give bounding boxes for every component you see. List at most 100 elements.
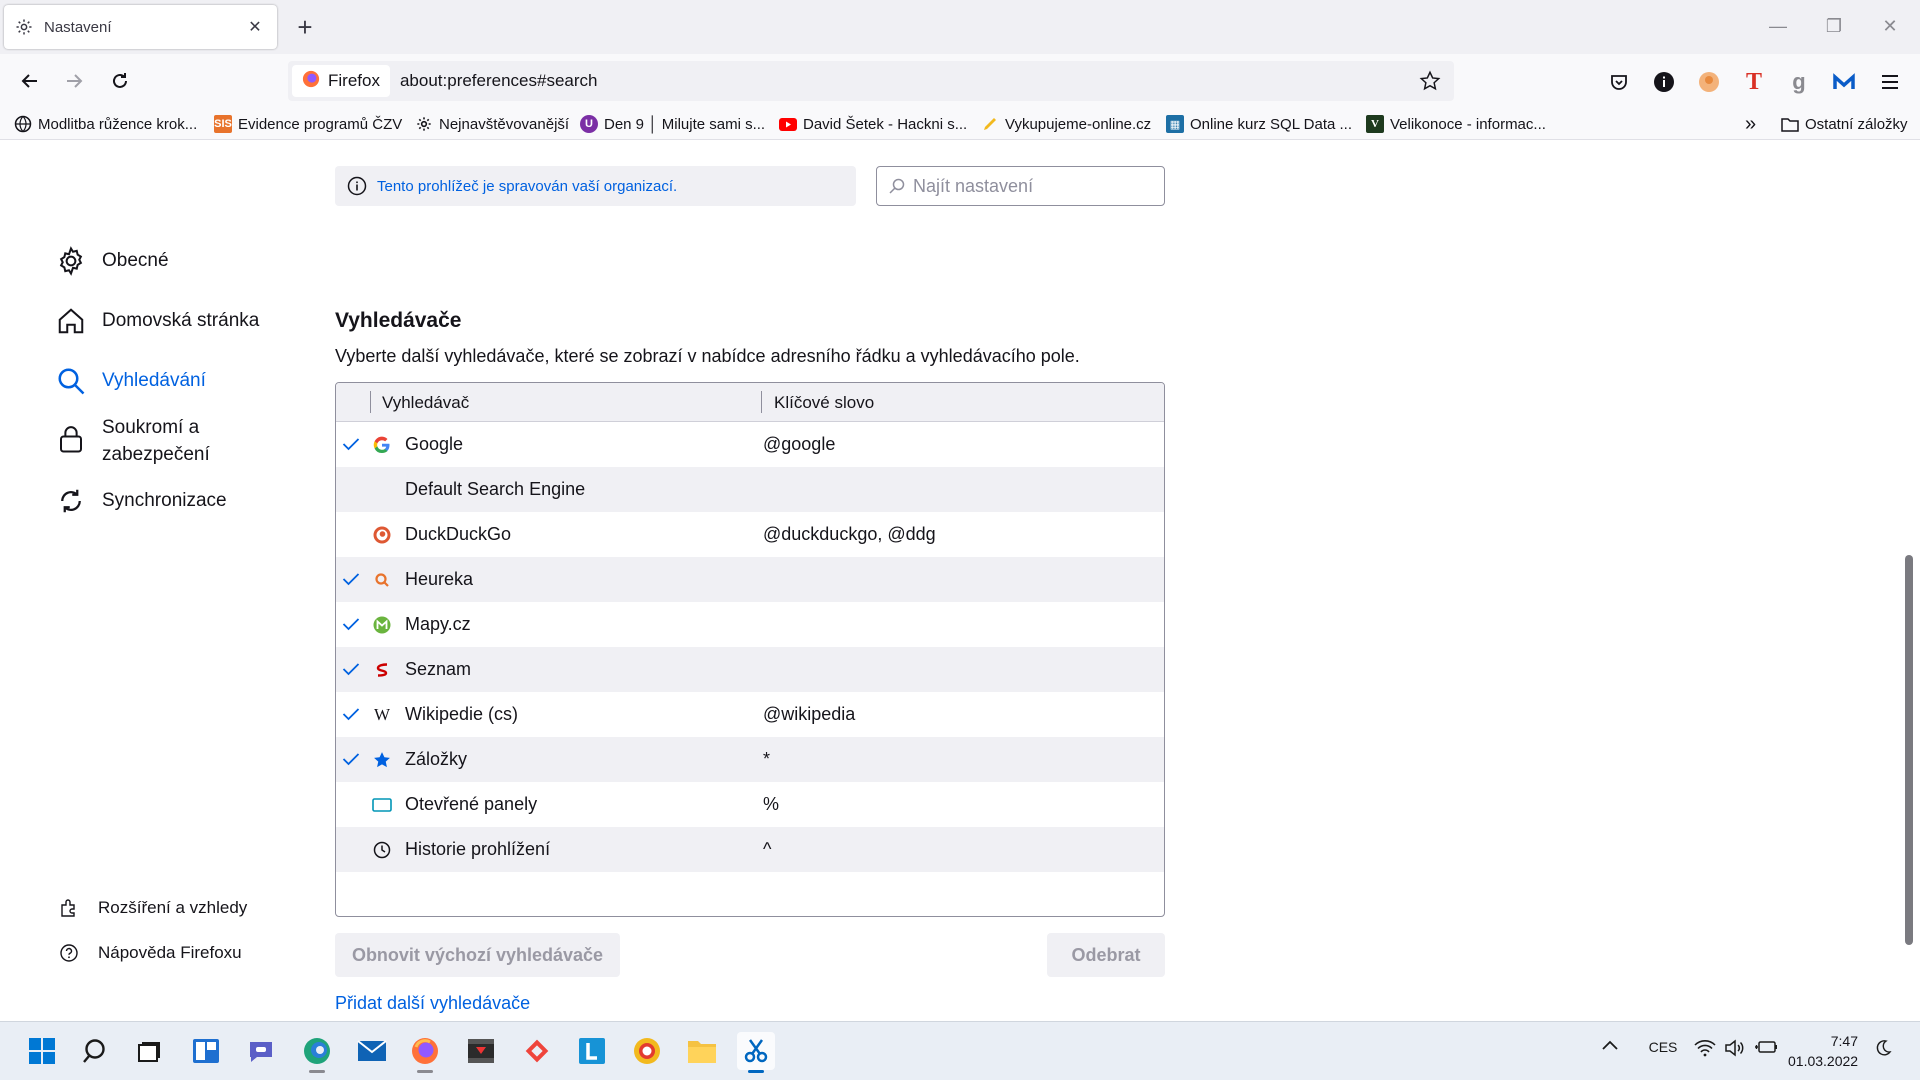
bookmark-item[interactable]: Modlitba růžence krok... (14, 113, 197, 135)
new-tab-button[interactable]: + (290, 12, 320, 42)
arrow-right-icon (67, 74, 83, 88)
task-view-button[interactable] (131, 1032, 169, 1070)
start-button[interactable] (23, 1032, 61, 1070)
engine-keyword[interactable]: * (763, 749, 770, 770)
bookmark-item[interactable]: V Velikonoce - informac... (1366, 113, 1546, 135)
gear-icon (14, 17, 34, 37)
table-row[interactable]: Otevřené panely % (336, 782, 1164, 827)
firefox-taskbar-button[interactable] (406, 1032, 444, 1073)
anydesk-button[interactable] (518, 1032, 556, 1070)
remove-button[interactable]: Odebrat (1047, 933, 1165, 977)
table-row[interactable]: DuckDuckGo @duckduckgo, @ddg (336, 512, 1164, 557)
category-sync[interactable]: Synchronizace (54, 484, 227, 518)
table-row[interactable]: Historie prohlížení ^ (336, 827, 1164, 872)
mail-button[interactable] (353, 1032, 391, 1070)
file-explorer-button[interactable] (683, 1032, 721, 1070)
url-text[interactable]: about:preferences#search (400, 71, 1412, 91)
clock[interactable]: 7:47 01.03.2022 (1788, 1031, 1858, 1071)
back-button[interactable] (12, 63, 48, 99)
forward-button[interactable] (56, 63, 92, 99)
opera-icon (634, 1038, 660, 1064)
bookmark-item[interactable]: U Den 9 │ Milujte sami s... (580, 113, 765, 135)
engine-keyword[interactable]: @wikipedia (763, 704, 855, 725)
scrollbar-thumb[interactable] (1905, 555, 1913, 945)
find-in-settings-input[interactable]: Najít nastavení (876, 166, 1165, 206)
category-home[interactable]: Domovská stránka (54, 304, 259, 338)
table-row[interactable]: Default Search Engine (336, 467, 1164, 512)
g-extension-icon[interactable]: g (1785, 68, 1813, 96)
policy-notice[interactable]: Tento prohlížeč je spravován vaší organi… (335, 166, 856, 206)
checkmark-icon[interactable] (340, 568, 362, 590)
pocket-icon[interactable] (1605, 68, 1633, 96)
category-general[interactable]: Obecné (54, 244, 169, 278)
bookmarks-overflow-button[interactable]: » (1745, 113, 1756, 135)
engine-keyword[interactable]: ^ (763, 839, 771, 860)
checkmark-icon[interactable] (340, 703, 362, 725)
restore-defaults-button[interactable]: Obnovit výchozí vyhledávače (335, 933, 620, 977)
restore-button[interactable]: ❐ (1814, 8, 1854, 44)
table-header: Vyhledávač Klíčové slovo (336, 383, 1164, 422)
running-indicator (309, 1070, 325, 1073)
malwarebytes-icon[interactable] (1830, 68, 1858, 96)
firefox-icon (412, 1038, 438, 1064)
opera-button[interactable] (628, 1032, 666, 1070)
column-header-engine[interactable]: Vyhledávač (382, 393, 469, 413)
identity-box[interactable]: Firefox (292, 65, 390, 97)
table-row[interactable]: Záložky * (336, 737, 1164, 782)
video-app-button[interactable] (462, 1032, 500, 1070)
avatar-extension-icon[interactable] (1695, 68, 1723, 96)
tab-settings[interactable]: Nastavení ✕ (4, 5, 277, 49)
table-row[interactable]: Google @google (336, 422, 1164, 467)
widgets-button[interactable] (187, 1032, 225, 1070)
menu-icon[interactable] (1876, 68, 1904, 96)
search-taskbar-button[interactable] (77, 1032, 115, 1070)
bookmark-item[interactable]: ▦ Online kurz SQL Data ... (1166, 113, 1352, 135)
other-bookmarks-folder[interactable]: Ostatní záložky (1781, 113, 1908, 135)
column-header-keyword[interactable]: Klíčové slovo (774, 393, 874, 413)
url-bar[interactable]: Firefox about:preferences#search (288, 61, 1454, 101)
help-link[interactable]: Nápověda Firefoxu (58, 942, 242, 964)
checkmark-icon[interactable] (340, 658, 362, 680)
minimize-button[interactable]: — (1758, 8, 1798, 44)
bookmark-star-icon[interactable] (1412, 63, 1448, 99)
engine-keyword[interactable]: @duckduckgo, @ddg (763, 524, 936, 545)
volume-icon[interactable] (1722, 1039, 1748, 1057)
pen-icon (981, 115, 999, 133)
engine-keyword[interactable]: % (763, 794, 779, 815)
snipping-tool-button[interactable] (737, 1032, 775, 1073)
language-indicator[interactable]: CES (1645, 1039, 1681, 1055)
engine-keyword[interactable]: @google (763, 434, 835, 455)
checkmark-icon[interactable] (340, 613, 362, 635)
teams-chat-button[interactable] (242, 1032, 280, 1070)
l-app-button[interactable] (573, 1032, 611, 1070)
star-icon (371, 749, 393, 771)
bookmark-item[interactable]: Vykupujeme-online.cz (981, 113, 1151, 135)
checkmark-icon[interactable] (340, 748, 362, 770)
t-extension-icon[interactable]: T (1740, 68, 1768, 96)
search-engines-table[interactable]: Vyhledávač Klíčové slovo Google @google … (335, 382, 1165, 917)
firefox-icon (302, 70, 320, 93)
edge-button[interactable] (298, 1032, 336, 1073)
chevron-up-icon[interactable] (1596, 1039, 1624, 1051)
addons-link[interactable]: Rozšíření a vzhledy (58, 897, 247, 919)
category-privacy[interactable]: Soukromí a zabezpečení (54, 414, 210, 468)
info-extension-icon[interactable] (1650, 68, 1678, 96)
reload-button[interactable] (102, 63, 138, 99)
bookmark-item[interactable]: David Šetek - Hackni s... (779, 113, 967, 135)
notifications-icon[interactable] (1870, 1039, 1896, 1057)
window-close-button[interactable]: ✕ (1870, 8, 1910, 44)
bookmark-item[interactable]: SIS Evidence programů ČZV (214, 113, 402, 135)
table-row[interactable]: Mapy.cz (336, 602, 1164, 647)
add-search-engines-link[interactable]: Přidat další vyhledávače (335, 993, 530, 1014)
table-row[interactable]: Seznam (336, 647, 1164, 692)
checkmark-icon[interactable] (340, 433, 362, 455)
category-search[interactable]: Vyhledávání (54, 364, 206, 398)
lock-icon (54, 422, 88, 456)
home-icon (54, 304, 88, 338)
battery-icon[interactable] (1752, 1039, 1780, 1055)
bookmark-item[interactable]: Nejnavštěvovanější (415, 113, 569, 135)
table-row[interactable]: Heureka (336, 557, 1164, 602)
table-row[interactable]: W Wikipedie (cs) @wikipedia (336, 692, 1164, 737)
wifi-icon[interactable] (1692, 1039, 1718, 1057)
close-icon[interactable]: ✕ (243, 15, 267, 39)
